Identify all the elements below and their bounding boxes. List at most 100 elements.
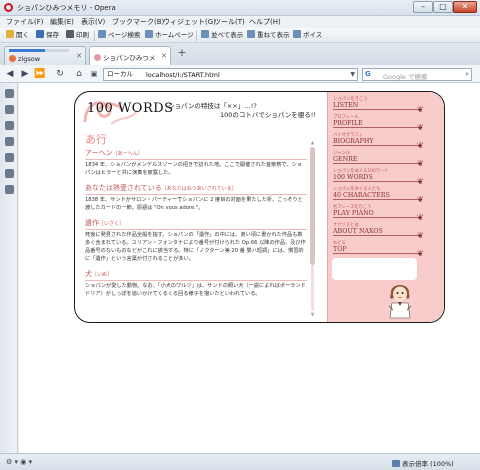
chopin-mascot-illustration: [388, 285, 412, 319]
entry-reading: ［いぬ］: [92, 272, 113, 278]
nav-listen[interactable]: ショパンをきこう LISTEN ❦: [333, 97, 424, 114]
page-icon: [94, 54, 101, 61]
entry-heading: あなたは熱愛されている［あなたはねつあいされている］: [85, 184, 307, 195]
scroll-up-icon[interactable]: ▲: [309, 140, 316, 146]
close-icon[interactable]: ✕: [161, 52, 167, 60]
home-icon: [145, 30, 153, 38]
save-icon: [36, 30, 44, 38]
entry-title: 犬: [85, 270, 92, 278]
flourish-icon: ❦: [417, 141, 424, 150]
close-button[interactable]: ✕: [453, 1, 477, 13]
search-icon[interactable]: ⌕: [465, 70, 469, 79]
print-button[interactable]: 印刷: [66, 30, 89, 41]
menu-file[interactable]: ファイル(F): [6, 17, 44, 27]
scroll-down-icon[interactable]: ▼: [309, 312, 316, 318]
toolbar: 開く 保存 印刷 ページ検索 ホームページ 並べて表示 重ねて表示 ボイス: [0, 28, 480, 43]
voice-button[interactable]: ボイス: [293, 30, 322, 41]
menu-bookmarks[interactable]: ブックマーク(B): [112, 17, 164, 27]
entry-divider: [85, 229, 307, 230]
nav-underline: [333, 235, 421, 236]
widgets-panel-icon[interactable]: [5, 105, 14, 114]
history-panel-icon[interactable]: [5, 169, 14, 178]
zigsow-icon: [9, 55, 16, 62]
menu-view[interactable]: 表示(V): [81, 17, 105, 27]
nav-40-characters[interactable]: ショパンをめぐる人たち 40 CHARACTERS ❦: [333, 187, 424, 204]
find-icon: [98, 30, 106, 38]
nav-profile[interactable]: プロフィール PROFILE ❦: [333, 115, 424, 132]
statusbar: ⚙ ▾ ◉ ▾ 表示倍率 (100%): [0, 453, 480, 470]
maximize-button[interactable]: □: [433, 1, 453, 13]
web-content: 100 WORDS ショパンの特技は「××」…!? 100のコトバでショパンを覗…: [19, 83, 480, 453]
nav-underline: [333, 145, 421, 146]
entry-divider: [85, 159, 307, 160]
back-icon[interactable]: ◀: [4, 68, 16, 80]
chevron-down-icon[interactable]: ▼: [350, 69, 355, 80]
zoom-control[interactable]: 表示倍率 (100%): [392, 458, 454, 468]
word-entry: 犬［いぬ］ ショパンが愛した動物。なお、「小犬のワルツ」は、サンドの飼い犬（一説…: [85, 270, 307, 298]
entry-title: あなたは熱愛されている: [85, 184, 162, 192]
status-tools[interactable]: ⚙ ▾ ◉ ▾: [6, 458, 32, 466]
toolbar-separator: [196, 30, 197, 41]
find-in-page-button[interactable]: ページ検索: [98, 30, 140, 41]
entry-body: 死後に発見された作品全般を指す。ショパンの「遺作」の中には、弟い頃に書かれた作品…: [85, 232, 306, 262]
nav-genre[interactable]: ジャンル GENRE ❦: [333, 151, 424, 168]
menu-widgets[interactable]: ウィジェット(G): [163, 17, 216, 27]
view-icon: [392, 460, 400, 467]
info-panel-icon[interactable]: [5, 185, 14, 194]
google-icon: G: [365, 70, 371, 78]
bookmark-icon[interactable]: ▣: [88, 68, 100, 80]
notes-panel-icon[interactable]: [5, 137, 14, 146]
home-icon[interactable]: ⌂: [73, 68, 85, 80]
word-entry: アーヘン［あーへん］ 1834 年、ショパンがメンデルスゾーンの招きで訪れた地。…: [85, 149, 307, 177]
tab-chopin[interactable]: ショパンひみつメモ... ✕: [89, 46, 171, 72]
new-tab-button[interactable]: +: [174, 46, 190, 60]
cascade-button[interactable]: 重ねて表示: [247, 30, 290, 41]
bookmarks-panel-icon[interactable]: [5, 89, 14, 98]
menu-help[interactable]: ヘルプ(H): [249, 17, 281, 27]
minimize-button[interactable]: –: [413, 1, 433, 13]
address-bar[interactable]: ローカル localhost/I:/START.html ▼: [103, 68, 358, 81]
search-box[interactable]: G Google で検索 ⌕: [362, 68, 472, 81]
voice-icon: [293, 30, 301, 38]
nav-underline: [333, 127, 421, 128]
flourish-icon: ❦: [417, 249, 424, 258]
zoom-label: 表示倍率 (100%): [402, 460, 454, 468]
nav-biography[interactable]: バイオグラフィ BIOGRAPHY ❦: [333, 133, 424, 150]
menu-edit[interactable]: 編集(E): [50, 17, 74, 27]
flourish-icon: ❦: [417, 213, 424, 222]
location-label: ローカル: [107, 70, 133, 78]
content-scrollbar[interactable]: ▲ ▼: [309, 140, 316, 318]
menu-tools[interactable]: ツール(T): [214, 17, 245, 27]
forward-icon[interactable]: ▶: [19, 68, 31, 80]
entry-divider: [85, 194, 307, 195]
tagline-line-2: 100のコトバでショパンを覗る!!: [220, 111, 316, 119]
scroll-thumb[interactable]: [310, 147, 315, 265]
nav-100-words[interactable]: ショパンをめぐる100ワード 100 WORDS ❦: [333, 169, 424, 186]
tile-button[interactable]: 並べて表示: [201, 30, 243, 41]
print-icon: [66, 30, 74, 38]
tagline-line-1: ショパンの特技は「××」…!?: [168, 102, 257, 110]
menubar: ファイル(F) 編集(E) 表示(V) ブックマーク(B) ウィジェット(G) …: [0, 16, 480, 28]
site-logo: 100 WORDS: [87, 101, 174, 116]
share-panel-icon[interactable]: [5, 121, 14, 130]
nav-play-piano[interactable]: 名フレーズをひこう PLAY PIANO ❦: [333, 205, 424, 222]
close-icon[interactable]: ✕: [76, 52, 82, 60]
folder-icon: [6, 30, 14, 38]
nav-top[interactable]: もどる TOP ❦: [333, 241, 424, 258]
downloads-panel-icon[interactable]: [5, 153, 14, 162]
fast-forward-icon[interactable]: ⏩: [34, 68, 46, 80]
tab-zigsow[interactable]: zigsow ✕: [4, 46, 86, 65]
nav-about-naxos[interactable]: ナクソスとは ABOUT NAXOS ❦: [333, 223, 424, 240]
entry-divider: [85, 280, 307, 281]
nav-info-box: [332, 258, 417, 280]
nav-underline: [333, 109, 421, 110]
open-button[interactable]: 開く: [6, 30, 29, 41]
entry-heading: 犬［いぬ］: [85, 270, 307, 281]
save-button[interactable]: 保存: [36, 30, 59, 41]
progress-fill: [9, 49, 45, 52]
homepage-button[interactable]: ホームページ: [145, 30, 194, 41]
reload-icon[interactable]: ↻: [54, 68, 66, 80]
window-titlebar: ショパンひみつメモリ - Opera – □ ✕: [0, 0, 480, 16]
window-title: ショパンひみつメモリ - Opera: [17, 4, 116, 12]
nav-underline: [333, 217, 421, 218]
